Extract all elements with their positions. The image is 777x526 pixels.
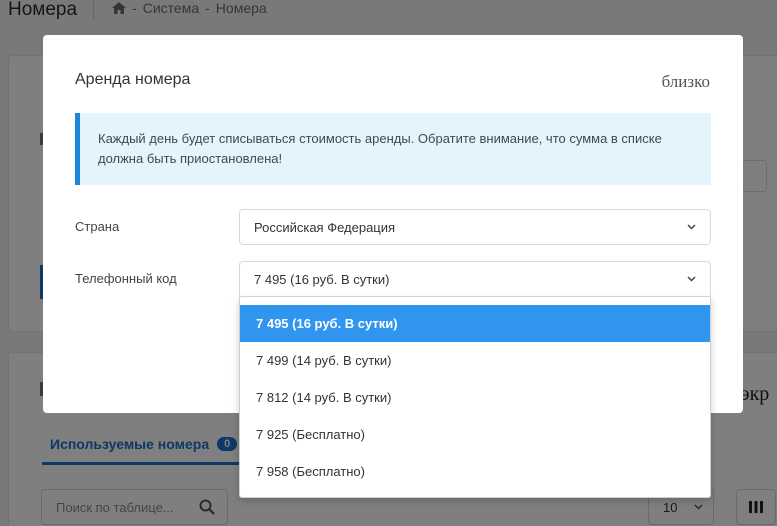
phone-code-label: Телефонный код: [75, 271, 177, 286]
phone-code-select-value: 7 495 (16 руб. В сутки): [254, 271, 390, 287]
country-select[interactable]: Российская Федерация: [239, 209, 711, 245]
country-label: Страна: [75, 219, 120, 234]
phone-code-option[interactable]: 7 958 (Бесплатно): [240, 453, 710, 490]
phone-code-select[interactable]: 7 495 (16 руб. В сутки): [239, 261, 711, 297]
close-button[interactable]: близко: [662, 72, 710, 92]
phone-code-option[interactable]: 7 495 (16 руб. В сутки): [240, 305, 710, 342]
info-alert: Каждый день будет списываться стоимость …: [75, 113, 711, 185]
phone-code-option[interactable]: 7 812 (14 руб. В сутки): [240, 379, 710, 416]
chevron-down-icon: [687, 276, 696, 282]
phone-code-option[interactable]: 7 499 (14 руб. В сутки): [240, 342, 710, 379]
phone-code-dropdown: 7 495 (16 руб. В сутки) 7 499 (14 руб. В…: [239, 297, 711, 498]
phone-code-option[interactable]: 7 925 (Бесплатно): [240, 416, 710, 453]
country-select-value: Российская Федерация: [254, 219, 396, 235]
chevron-down-icon: [687, 224, 696, 230]
modal-title: Аренда номера: [75, 71, 191, 88]
